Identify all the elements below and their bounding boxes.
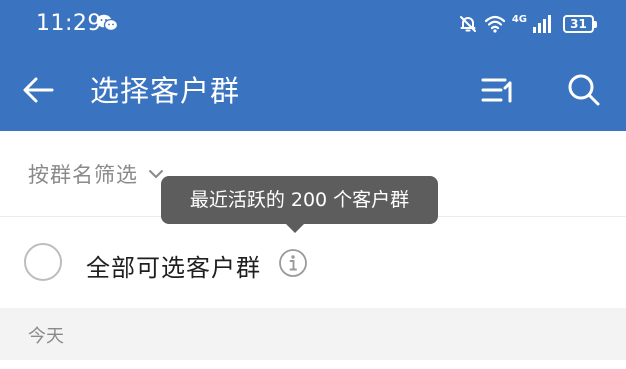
filter-label: 按群名筛选 [28,163,138,187]
info-icon[interactable] [278,248,308,278]
select-all-label: 全部可选客户群 [86,254,261,282]
wechat-icon [96,14,118,32]
sort-icon [481,78,512,103]
network-type: 4G [511,13,527,25]
battery-level: 31 [570,17,587,31]
section-label: 今天 [28,326,64,347]
section-header-today: 今天 [0,308,626,360]
signal-icon [533,15,551,33]
arrow-left-icon [23,77,54,103]
app-bar: 选择客户群 [0,50,626,131]
search-button[interactable] [562,68,606,112]
app-header: 11:29 4G 31 选择客户群 [0,0,626,131]
sort-button[interactable] [476,70,520,110]
battery-icon: 31 [563,15,597,33]
group-name-filter-dropdown[interactable]: 按群名筛选 [28,159,164,189]
page-title: 选择客户群 [90,74,241,108]
chevron-down-icon [149,170,163,178]
select-all-radio[interactable] [24,243,62,281]
status-bar: 11:29 4G 31 [0,0,626,50]
mute-bell-icon [459,16,476,32]
info-tooltip: 最近活跃的 200 个客户群 [161,176,438,224]
wifi-icon [484,15,505,33]
status-icons: 4G 31 [458,12,597,36]
tooltip-arrow [286,224,304,233]
status-time: 11:29 [36,11,102,36]
select-all-row[interactable]: 全部可选客户群 [0,217,626,308]
back-button[interactable] [18,70,58,110]
group-list [0,360,626,369]
search-icon [568,74,600,106]
